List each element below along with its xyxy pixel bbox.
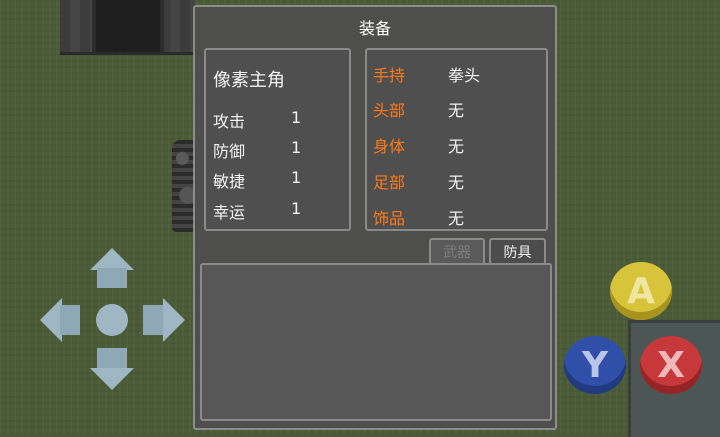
slot-label: 身体 bbox=[373, 137, 406, 156]
stat-value: 1 bbox=[291, 199, 302, 218]
slot-accessory[interactable]: 饰品 无 bbox=[373, 205, 543, 228]
stat-row-attack: 攻击 1 bbox=[213, 108, 333, 131]
stat-row-agility: 敏捷 1 bbox=[213, 168, 333, 191]
equipment-window: 装备 像素主角 攻击 1 防御 1 敏捷 1 幸运 1 手持 拳头 头部 无 身… bbox=[193, 5, 557, 430]
doorway bbox=[92, 0, 164, 52]
slot-body[interactable]: 身体 无 bbox=[373, 133, 543, 156]
dpad-center bbox=[96, 304, 128, 336]
slot-value: 无 bbox=[448, 209, 465, 228]
dpad-right-stem[interactable] bbox=[143, 305, 163, 335]
equipment-slots-panel: 手持 拳头 头部 无 身体 无 足部 无 饰品 无 bbox=[365, 48, 548, 231]
window-title: 装备 bbox=[358, 19, 391, 38]
dpad-left-button[interactable] bbox=[40, 298, 62, 342]
dpad-left-stem[interactable] bbox=[60, 305, 80, 335]
character-name: 像素主角 bbox=[213, 70, 285, 91]
slot-feet[interactable]: 足部 无 bbox=[373, 169, 543, 192]
character-stats-panel: 像素主角 攻击 1 防御 1 敏捷 1 幸运 1 bbox=[204, 48, 351, 231]
y-button[interactable]: Y bbox=[564, 336, 626, 394]
slot-head[interactable]: 头部 无 bbox=[373, 97, 543, 120]
dpad bbox=[40, 248, 185, 393]
slot-label: 头部 bbox=[373, 101, 406, 120]
stat-value: 1 bbox=[291, 168, 302, 187]
slot-value: 无 bbox=[448, 173, 465, 192]
slot-value: 拳头 bbox=[448, 66, 481, 85]
tab-armor[interactable]: 防具 bbox=[489, 238, 546, 265]
stat-label: 幸运 bbox=[213, 203, 246, 222]
slot-value: 无 bbox=[448, 137, 465, 156]
slot-label: 饰品 bbox=[373, 209, 406, 228]
a-button[interactable]: A bbox=[610, 262, 672, 320]
stat-row-luck: 幸运 1 bbox=[213, 199, 333, 222]
dpad-up-button[interactable] bbox=[90, 248, 134, 270]
stat-label: 敏捷 bbox=[213, 172, 246, 191]
slot-label: 手持 bbox=[373, 66, 406, 85]
dpad-right-button[interactable] bbox=[163, 298, 185, 342]
stat-label: 防御 bbox=[213, 142, 246, 161]
x-button[interactable]: X bbox=[640, 336, 702, 394]
tab-weapons[interactable]: 武器 bbox=[429, 238, 485, 265]
stat-value: 1 bbox=[291, 138, 302, 157]
stat-label: 攻击 bbox=[213, 112, 246, 131]
dpad-down-stem[interactable] bbox=[97, 348, 127, 368]
dpad-down-button[interactable] bbox=[90, 368, 134, 390]
stat-value: 1 bbox=[291, 108, 302, 127]
item-list-panel[interactable] bbox=[200, 263, 552, 421]
stat-row-defense: 防御 1 bbox=[213, 138, 333, 161]
stone-wall bbox=[60, 0, 195, 55]
slot-label: 足部 bbox=[373, 173, 406, 192]
slot-value: 无 bbox=[448, 101, 465, 120]
dpad-up-stem[interactable] bbox=[97, 268, 127, 288]
slot-hand[interactable]: 手持 拳头 bbox=[373, 62, 543, 85]
